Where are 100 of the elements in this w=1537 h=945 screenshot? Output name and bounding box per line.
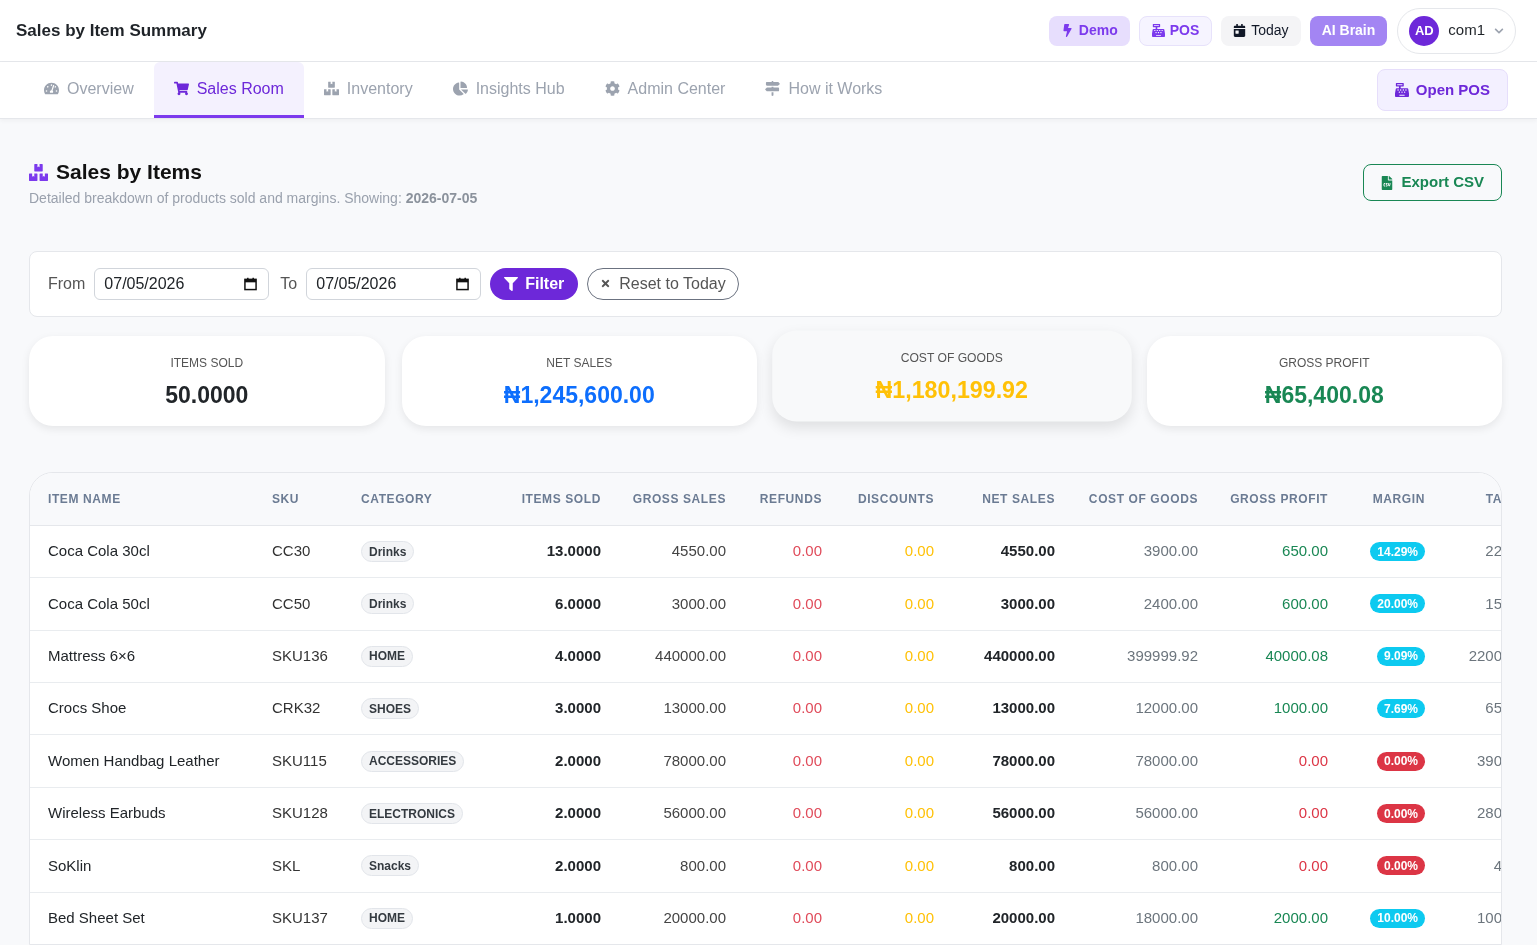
margin-badge: 0.00% (1376, 856, 1425, 876)
bolt-icon (1060, 24, 1074, 37)
column-header: GROSS PROFIT (1230, 490, 1328, 508)
gross-sales-value: 56000.00 (663, 803, 726, 824)
page-title: Sales by Items (56, 159, 202, 185)
calendar-icon[interactable] (244, 276, 258, 291)
gross-sales-value: 440000.00 (655, 646, 726, 667)
items-sold-value: 2.0000 (555, 803, 601, 824)
filter-button[interactable]: Filter (490, 267, 579, 300)
net-sales-value: 13000.00 (992, 698, 1055, 719)
nav-tab[interactable]: Insights Hub (432, 62, 585, 118)
gross-profit-value: 2000.00 (1273, 908, 1328, 929)
boxes-icon (29, 163, 48, 181)
discounts-value: 0.00 (904, 646, 934, 667)
cell-value: 15 (1485, 593, 1501, 614)
margin-badge: 10.00% (1370, 908, 1425, 928)
net-sales-value: 56000.00 (992, 803, 1055, 824)
pos-button[interactable]: POS (1138, 15, 1213, 46)
margin-badge: 9.09% (1376, 646, 1425, 666)
category-badge: HOME (361, 907, 413, 929)
discounts-value: 0.00 (904, 855, 934, 876)
ai-button[interactable]: AI Brain (1309, 15, 1388, 46)
today-button[interactable]: Today (1221, 15, 1301, 46)
category-badge: ACCESSORIES (361, 750, 465, 772)
gross-profit-value: 1000.00 (1273, 698, 1328, 719)
items-sold-value: 2.0000 (555, 855, 601, 876)
refunds-value: 0.00 (792, 646, 822, 667)
category-badge: Drinks (361, 593, 415, 615)
nav-tab[interactable]: Admin Center (584, 62, 746, 118)
cost-value: 56000.00 (1135, 803, 1198, 824)
refunds-value: 0.00 (792, 908, 822, 929)
items-sold-value: 4.0000 (555, 646, 601, 667)
cost-value: 399999.92 (1127, 646, 1198, 667)
export-csv-button[interactable]: Export CSV (1363, 164, 1502, 201)
gross-sales-value: 78000.00 (663, 750, 726, 771)
reset-button[interactable]: Reset to Today (587, 267, 739, 300)
cost-value: 78000.00 (1135, 750, 1198, 771)
sku-code: CC50 (272, 593, 311, 614)
gross-profit-value: 0.00 (1298, 750, 1328, 771)
margin-badge: 0.00% (1376, 751, 1425, 771)
cash-register-icon (1394, 83, 1409, 97)
nav-tab[interactable]: Sales Room (153, 62, 304, 118)
column-header: NET SALES (982, 490, 1055, 508)
user-name: com1 (1448, 20, 1485, 41)
gross-sales-value: 800.00 (680, 855, 726, 876)
stat-value: 50.0000 (165, 381, 249, 408)
date-field[interactable]: 07/05/2026 (94, 267, 270, 300)
sku-code: CC30 (272, 541, 311, 562)
discounts-value: 0.00 (904, 803, 934, 824)
close-icon (600, 278, 612, 290)
margin-badge: 7.69% (1376, 699, 1425, 719)
gross-profit-value: 0.00 (1298, 803, 1328, 824)
gross-sales-value: 4550.00 (671, 541, 726, 562)
cost-value: 800.00 (1152, 855, 1198, 876)
gross-profit-value: 40000.08 (1265, 646, 1328, 667)
net-sales-value: 3000.00 (1000, 593, 1055, 614)
discounts-value: 0.00 (904, 750, 934, 771)
cost-value: 2400.00 (1143, 593, 1198, 614)
gross-profit-value: 650.00 (1282, 541, 1328, 562)
cart-icon (173, 81, 189, 96)
gross-profit-value: 600.00 (1282, 593, 1328, 614)
category-badge: SHOES (361, 698, 419, 720)
column-header: REFUNDS (759, 490, 822, 508)
margin-badge: 20.00% (1370, 594, 1425, 614)
item-name: Coca Cola 30cl (48, 541, 150, 562)
net-sales-value: 440000.00 (984, 646, 1055, 667)
user-menu[interactable]: AD com1 (1397, 7, 1516, 54)
net-sales-value: 800.00 (1009, 855, 1055, 876)
column-header: GROSS SALES (632, 490, 726, 508)
sku-code: SKU136 (272, 646, 328, 667)
calendar-icon (1233, 24, 1247, 37)
sku-code: CRK32 (272, 698, 321, 719)
stat-label: GROSS PROFIT (1278, 354, 1370, 372)
margin-badge: 0.00% (1376, 804, 1425, 823)
chevron-down-icon (1494, 25, 1504, 36)
category-badge: Drinks (361, 541, 415, 563)
gauge-icon (44, 81, 59, 96)
item-name: Coca Cola 50cl (48, 593, 150, 614)
filter-icon (504, 276, 519, 291)
calendar-icon[interactable] (456, 276, 470, 291)
sku-code: SKU115 (272, 750, 327, 771)
open-pos-button[interactable]: Open POS (1376, 69, 1508, 111)
cash-register-icon (1151, 24, 1165, 37)
net-sales-value: 20000.00 (992, 908, 1055, 929)
column-header: ITEM NAME (48, 490, 121, 508)
date-field[interactable]: 07/05/2026 (306, 267, 482, 300)
stat-label: NET SALES (546, 354, 613, 372)
item-name: Crocs Shoe (48, 698, 127, 719)
item-name: Wireless Earbuds (48, 803, 166, 824)
cell-value: 280 (1476, 803, 1501, 824)
nav-tab[interactable]: Inventory (303, 62, 433, 118)
cell-value: 100 (1476, 908, 1501, 929)
stat-value: ₦1,180,199.92 (875, 376, 1028, 404)
gross-profit-value: 0.00 (1298, 855, 1328, 876)
discounts-value: 0.00 (904, 593, 934, 614)
stat-value: ₦1,245,600.00 (503, 381, 655, 408)
demo-button[interactable]: Demo (1048, 15, 1130, 46)
stat-value: ₦65,400.08 (1264, 381, 1384, 408)
app-title: Sales by Item Summary (16, 19, 207, 42)
pie-chart-icon (452, 81, 468, 96)
